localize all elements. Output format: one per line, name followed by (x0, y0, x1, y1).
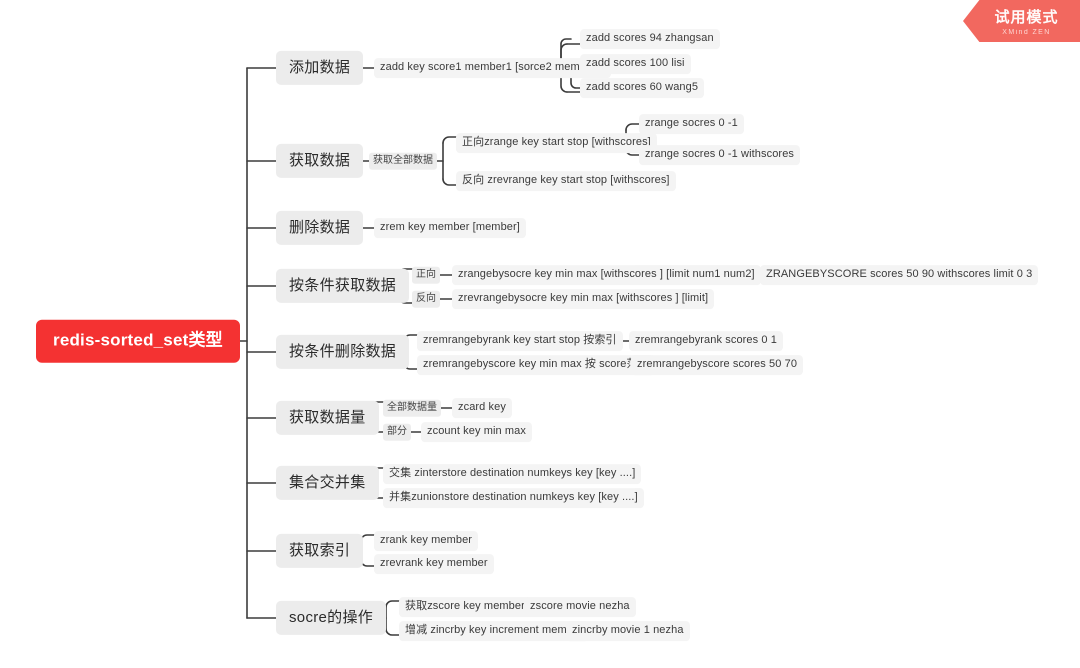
leaf-zadd-syntax[interactable]: zadd key score1 member1 [sorce2 member2] (374, 58, 612, 78)
branch-node-set-operations[interactable]: 集合交并集 (276, 465, 379, 501)
leaf-zrange-syntax[interactable]: 正向zrange key start stop [withscores] (456, 133, 657, 153)
prefix-intersection: 交集 (389, 467, 412, 480)
leaf-zremrangebyscore-syntax[interactable]: zremrangebyscore key min max 按 score范围 (417, 355, 655, 375)
leaf-zrevrangebyscore-syntax[interactable]: zrevrangebysocre key min max [withscores… (452, 289, 715, 309)
leaf-zunionstore-text: zunionstore destination numkeys key [key… (411, 491, 638, 504)
sub-node-forward-range[interactable]: 正向 (412, 266, 440, 284)
branch-node-conditional-delete[interactable]: 按条件删除数据 (276, 334, 410, 370)
branch-node-conditional-get[interactable]: 按条件获取数据 (276, 268, 410, 304)
tag-by-index: 按索引 (583, 334, 617, 347)
prefix-get-score: 获取 (405, 600, 428, 613)
leaf-zrangebyscore-example[interactable]: ZRANGEBYSCORE scores 50 90 withscores li… (760, 265, 1039, 285)
leaf-zinterstore-syntax[interactable]: 交集 zinterstore destination numkeys key [… (383, 464, 642, 484)
prefix-increment-decrement: 增减 (405, 624, 428, 637)
prefix-union: 并集 (389, 491, 412, 504)
leaf-zincrby-text: zincrby key increment member (430, 624, 583, 637)
leaf-zincrby-syntax[interactable]: 增减 zincrby key increment member (399, 621, 589, 641)
sub-node-partial-count[interactable]: 部分 (383, 423, 411, 441)
branch-node-delete-data[interactable]: 删除数据 (276, 210, 364, 246)
watermark-product-name: XMind ZEN (1002, 29, 1051, 36)
branch-node-score-operations[interactable]: socre的操作 (276, 600, 387, 636)
leaf-zunionstore-syntax[interactable]: 并集zunionstore destination numkeys key [k… (383, 488, 644, 508)
leaf-zrange-example-2[interactable]: zrange socres 0 -1 withscores (639, 145, 801, 165)
leaf-zremrangebyscore-text: zremrangebyscore key min max (423, 358, 582, 371)
leaf-zremrangebyrank-syntax[interactable]: zremrangebyrank key start stop 按索引 (417, 331, 623, 351)
leaf-zrevrange-syntax[interactable]: 反向 zrevrange key start stop [withscores] (456, 171, 676, 191)
sub-node-reverse-range[interactable]: 反向 (412, 290, 440, 308)
leaf-zremrangebyrank-text: zremrangebyrank key start stop (423, 334, 581, 347)
leaf-zincrby-example[interactable]: zincrby movie 1 nezha (566, 621, 690, 641)
leaf-zadd-example-1[interactable]: zadd scores 94 zhangsan (580, 29, 720, 49)
leaf-zrank-syntax[interactable]: zrank key member (374, 531, 479, 551)
leaf-zadd-example-2[interactable]: zadd scores 100 lisi (580, 54, 691, 74)
mindmap-canvas: redis-sorted_set类型 添加数据 zadd key score1 … (0, 0, 1080, 668)
leaf-zinterstore-text: zinterstore destination numkeys key [key… (414, 467, 636, 480)
branch-node-get-data[interactable]: 获取数据 (276, 143, 364, 179)
branch-node-add-data[interactable]: 添加数据 (276, 50, 364, 86)
leaf-zrangebyscore-syntax[interactable]: zrangebysocre key min max [withscores ] … (452, 265, 761, 285)
branch-node-get-index[interactable]: 获取索引 (276, 533, 364, 569)
leaf-zremrangebyrank-example[interactable]: zremrangebyrank scores 0 1 (629, 331, 783, 351)
leaf-zrem-syntax[interactable]: zrem key member [member] (374, 218, 526, 238)
leaf-zcount-syntax[interactable]: zcount key min max (421, 422, 533, 442)
watermark-title: 试用模式 (994, 9, 1059, 26)
leaf-zrevrange-text: zrevrange key start stop [withscores] (487, 174, 670, 187)
leaf-zscore-syntax[interactable]: 获取zscore key member (399, 597, 531, 617)
leaf-zrevrank-syntax[interactable]: zrevrank key member (374, 554, 494, 574)
leaf-zscore-example[interactable]: zscore movie nezha (524, 597, 636, 617)
leaf-zrange-example-1[interactable]: zrange socres 0 -1 (639, 114, 744, 134)
leaf-zcard-syntax[interactable]: zcard key (452, 398, 512, 418)
leaf-zadd-example-3[interactable]: zadd scores 60 wang5 (580, 78, 705, 98)
branch-node-data-count[interactable]: 获取数据量 (276, 400, 379, 436)
prefix-forward: 正向 (462, 136, 485, 149)
trial-mode-watermark: 试用模式 XMind ZEN (963, 0, 1080, 42)
leaf-zrange-text: zrange key start stop [withscores] (484, 136, 651, 149)
prefix-reverse: 反向 (462, 174, 485, 187)
sub-node-get-all-data[interactable]: 获取全部数据 (369, 152, 437, 170)
sub-node-total-count[interactable]: 全部数据量 (383, 399, 441, 417)
leaf-zremrangebyscore-example[interactable]: zremrangebyscore scores 50 70 (631, 355, 804, 375)
root-node[interactable]: redis-sorted_set类型 (36, 319, 240, 363)
leaf-zscore-text: zscore key member (427, 600, 525, 613)
